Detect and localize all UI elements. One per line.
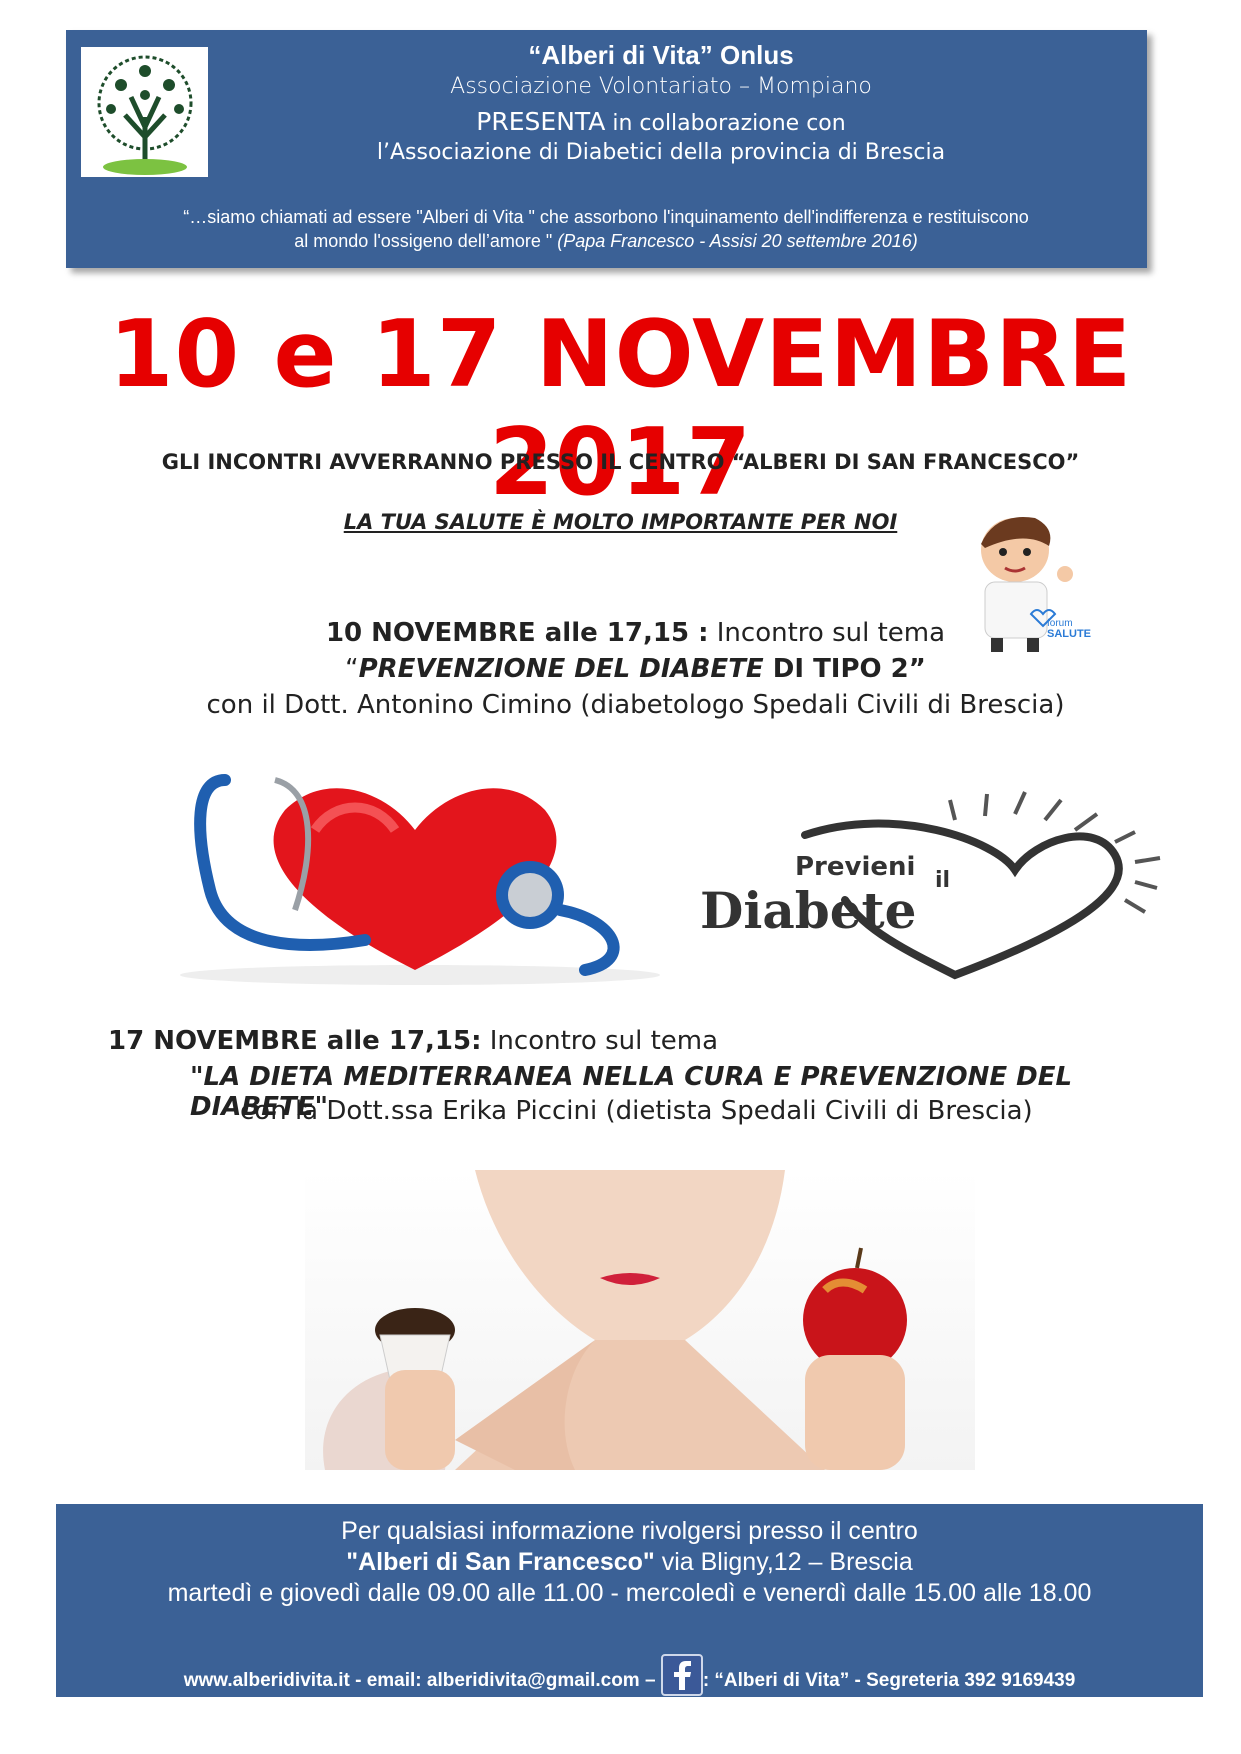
event1-intro: Incontro sul tema — [708, 618, 946, 648]
footer-center-name: "Alberi di San Francesco" — [346, 1548, 655, 1576]
event2-date: 17 NOVEMBRE alle 17,15: — [108, 1026, 482, 1056]
event1-title: “PREVENZIONE DEL DIABETE DI TIPO 2” — [0, 654, 1241, 684]
facebook-phone: : “Alberi di Vita” - Segreteria 392 9169… — [702, 1670, 1076, 1692]
event1-title-open: “ — [345, 654, 359, 684]
event1-date: 10 NOVEMBRE alle 17,15 : — [325, 618, 709, 648]
footer-contacts-line: www.alberidivita.it - email: alberidivit… — [56, 1654, 1203, 1702]
facebook-icon[interactable] — [660, 1654, 703, 1696]
event1-speaker: con il Dott. Antonino Cimino (diabetolog… — [206, 690, 1065, 720]
footer-address-line: "Alberi di San Francesco" via Bligny,12 … — [56, 1548, 1203, 1577]
presents-rest: in collaborazione con — [605, 111, 846, 136]
il-word: il — [935, 868, 950, 893]
footer-address: via Bligny,12 – Brescia — [654, 1548, 913, 1576]
pope-quote: “…siamo chiamati ad essere "Alberi di Vi… — [106, 205, 1106, 253]
dates-title: 10 e 17 NOVEMBRE 2017 — [108, 300, 1133, 516]
heart-stethoscope-image — [165, 770, 675, 990]
org-name: “Alberi di Vita” Onlus — [528, 40, 794, 70]
event2-when: 17 NOVEMBRE alle 17,15: Incontro sul tem… — [108, 1026, 1108, 1056]
footer-hours-line: martedì e giovedì dalle 09.00 alle 11.00… — [167, 1579, 1092, 1607]
diabete-word: Diabete — [700, 881, 916, 940]
woman-dessert-apple-photo — [305, 1170, 975, 1470]
previeni-diabete-logo: Previeni il Diabete — [695, 780, 1170, 980]
event1-title-italic: PREVENZIONE DEL DIABETE — [358, 654, 764, 684]
event2-speaker: con la Dott.ssa Erika Piccini (dietista … — [240, 1096, 1033, 1126]
event1-title-rest: DI TIPO 2” — [763, 654, 926, 684]
header-banner: “Alberi di Vita” Onlus Associazione Volo… — [66, 30, 1147, 268]
quote-line-2: al mondo l'ossigeno dell’amore " (Papa F… — [106, 229, 1106, 253]
website-email[interactable]: www.alberidivita.it - email: alberidivit… — [184, 1670, 661, 1691]
association-line: Associazione Volontariato – Mompiano — [450, 74, 872, 99]
presents-word: PRESENTA — [476, 107, 606, 136]
quote-line-2-text: al mondo l'ossigeno dell’amore " — [294, 231, 558, 251]
partner-line: l’Associazione di Diabetici della provin… — [376, 140, 946, 165]
footer-banner: Per qualsiasi informazione rivolgersi pr… — [56, 1504, 1203, 1697]
quote-source: (Papa Francesco - Assisi 20 settembre 20… — [557, 231, 918, 251]
event2-intro: Incontro sul tema — [481, 1026, 719, 1056]
previeni-word: Previeni — [795, 852, 915, 882]
event1-when: 10 NOVEMBRE alle 17,15 : Incontro sul te… — [0, 618, 1241, 648]
venue-line: GLI INCONTRI AVVERRANNO PRESSO IL CENTRO… — [161, 450, 1080, 474]
quote-line-1: “…siamo chiamati ad essere "Alberi di Vi… — [183, 207, 1029, 227]
presents-line: PRESENTA in collaborazione con — [176, 107, 1146, 136]
footer-info-line: Per qualsiasi informazione rivolgersi pr… — [341, 1517, 918, 1545]
